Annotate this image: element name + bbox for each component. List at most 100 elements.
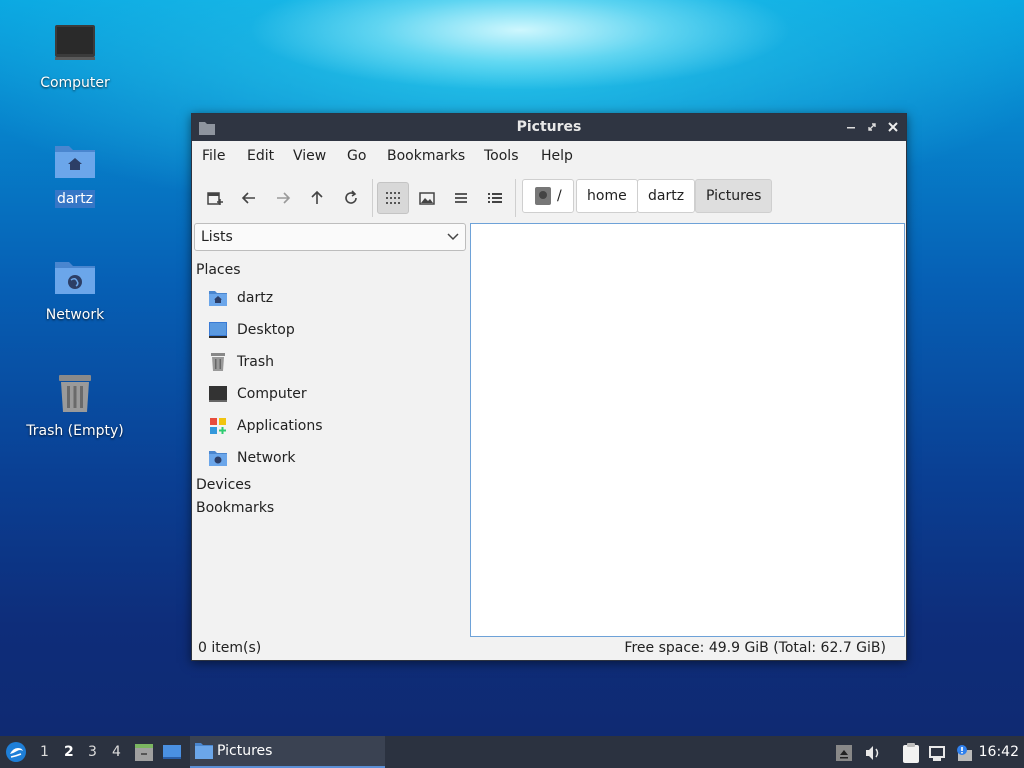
path-root-button[interactable]: / <box>522 179 574 213</box>
menu-tools[interactable]: Tools <box>484 141 519 171</box>
workspace-4[interactable]: 4 <box>112 736 121 768</box>
clock[interactable]: 16:42 <box>979 736 1019 768</box>
detailed-list-icon <box>488 193 502 203</box>
chevron-down-icon <box>447 233 459 241</box>
list-icon <box>455 193 467 203</box>
sidebar-item-trash[interactable]: Trash <box>208 348 458 376</box>
new-tab-button[interactable] <box>199 182 231 214</box>
update-icon <box>957 745 972 761</box>
desktop-icon <box>163 745 181 759</box>
up-button[interactable] <box>301 182 333 214</box>
toolbar: / home dartz Pictures <box>192 171 906 223</box>
path-crumb-pictures[interactable]: Pictures <box>695 179 773 213</box>
menu-file[interactable]: File <box>202 141 225 171</box>
forward-button[interactable] <box>267 182 299 214</box>
start-menu-button[interactable] <box>4 740 28 764</box>
network-folder-icon <box>208 448 228 468</box>
maximize-button[interactable] <box>863 118 881 136</box>
home-folder-icon <box>208 288 228 308</box>
reload-button[interactable] <box>335 182 367 214</box>
menu-bar: File Edit View Go Bookmarks Tools Help <box>192 141 906 171</box>
thumbnail-view-button[interactable] <box>411 182 443 214</box>
title-bar[interactable]: Pictures <box>192 114 906 141</box>
file-list-area[interactable] <box>470 223 905 637</box>
taskbar-task-pictures[interactable]: Pictures <box>190 736 385 768</box>
update-notifier[interactable] <box>955 744 973 762</box>
detailed-view-button[interactable] <box>479 182 511 214</box>
desktop-icon-network[interactable]: Network <box>20 254 130 324</box>
tray-expander[interactable] <box>835 744 853 762</box>
desktop-icon-label: Network <box>45 307 105 323</box>
sidebar-item-desktop[interactable]: Desktop <box>208 316 458 344</box>
window-title: Pictures <box>516 119 582 135</box>
close-button[interactable] <box>884 118 902 136</box>
sidebar-item-label: dartz <box>237 290 274 306</box>
sidebar-item-label: Applications <box>237 418 323 434</box>
workspace-1[interactable]: 1 <box>40 736 49 768</box>
folder-icon <box>195 743 213 759</box>
sidebar: Lists Places dartz Desktop Trash Compute… <box>192 222 468 638</box>
image-icon <box>419 192 435 205</box>
volume-control[interactable] <box>864 744 882 762</box>
toolbar-separator <box>515 179 516 217</box>
menu-view[interactable]: View <box>293 141 326 171</box>
path-crumb-home[interactable]: home <box>576 179 638 213</box>
sidebar-item-label: Desktop <box>237 322 295 338</box>
desktop-icon-label: dartz <box>54 190 96 208</box>
desktop-icon <box>208 320 228 340</box>
sidebar-mode-select[interactable]: Lists <box>194 223 466 251</box>
file-cabinet-icon <box>135 744 153 761</box>
file-manager-launcher[interactable] <box>134 742 154 762</box>
applications-icon <box>208 416 228 436</box>
clipboard-manager[interactable] <box>901 742 921 764</box>
trash-icon <box>51 370 99 418</box>
free-space: Free space: 49.9 GiB (Total: 62.7 GiB) <box>624 640 886 656</box>
sidebar-item-network[interactable]: Network <box>208 444 458 472</box>
menu-bookmarks[interactable]: Bookmarks <box>387 141 465 171</box>
network-status[interactable] <box>928 744 946 762</box>
grid-icon <box>386 192 400 204</box>
sidebar-item-applications[interactable]: Applications <box>208 412 458 440</box>
desktop-icon-trash[interactable]: Trash (Empty) <box>20 370 130 440</box>
sidebar-section-bookmarks[interactable]: Bookmarks <box>196 500 274 516</box>
toolbar-separator <box>372 179 373 217</box>
trash-icon <box>208 352 228 372</box>
minimize-button[interactable] <box>842 118 860 136</box>
ethernet-icon <box>929 746 945 761</box>
arrow-left-icon <box>241 192 255 204</box>
desktop-icon-label: Trash (Empty) <box>26 423 124 439</box>
sidebar-section-places[interactable]: Places <box>196 262 241 278</box>
sidebar-item-label: Trash <box>237 354 274 370</box>
sidebar-mode-value: Lists <box>201 229 233 245</box>
desktop-icon-dartz[interactable]: dartz <box>20 138 130 208</box>
sidebar-item-computer[interactable]: Computer <box>208 380 458 408</box>
menu-go[interactable]: Go <box>347 141 366 171</box>
drive-icon <box>535 187 551 205</box>
sidebar-section-devices[interactable]: Devices <box>196 477 251 493</box>
menu-edit[interactable]: Edit <box>247 141 274 171</box>
icon-view-button[interactable] <box>377 182 409 214</box>
desktop-icon-computer[interactable]: Computer <box>20 22 130 92</box>
taskbar-task-label: Pictures <box>217 743 273 759</box>
status-bar: 0 item(s) Free space: 49.9 GiB (Total: 6… <box>192 636 906 660</box>
new-tab-icon <box>207 192 223 205</box>
sidebar-item-dartz[interactable]: dartz <box>208 284 458 312</box>
workspace-2[interactable]: 2 <box>64 736 74 768</box>
item-count: 0 item(s) <box>198 640 262 656</box>
tray-up-icon <box>836 745 852 761</box>
menu-help[interactable]: Help <box>541 141 573 171</box>
workspace-3[interactable]: 3 <box>88 736 97 768</box>
taskbar: 1 2 3 4 Pictures 16:42 <box>0 736 1024 768</box>
back-button[interactable] <box>233 182 265 214</box>
show-desktop-button[interactable] <box>162 742 182 762</box>
path-crumb-dartz[interactable]: dartz <box>637 179 696 213</box>
computer-icon <box>208 384 228 404</box>
desktop-icon-label: Computer <box>40 75 110 91</box>
network-folder-icon <box>51 254 99 302</box>
sidebar-item-label: Computer <box>237 386 307 402</box>
computer-icon <box>51 22 99 70</box>
lubuntu-logo-icon <box>6 742 26 762</box>
reload-icon <box>345 190 357 204</box>
sidebar-item-label: Network <box>237 450 296 466</box>
compact-view-button[interactable] <box>445 182 477 214</box>
